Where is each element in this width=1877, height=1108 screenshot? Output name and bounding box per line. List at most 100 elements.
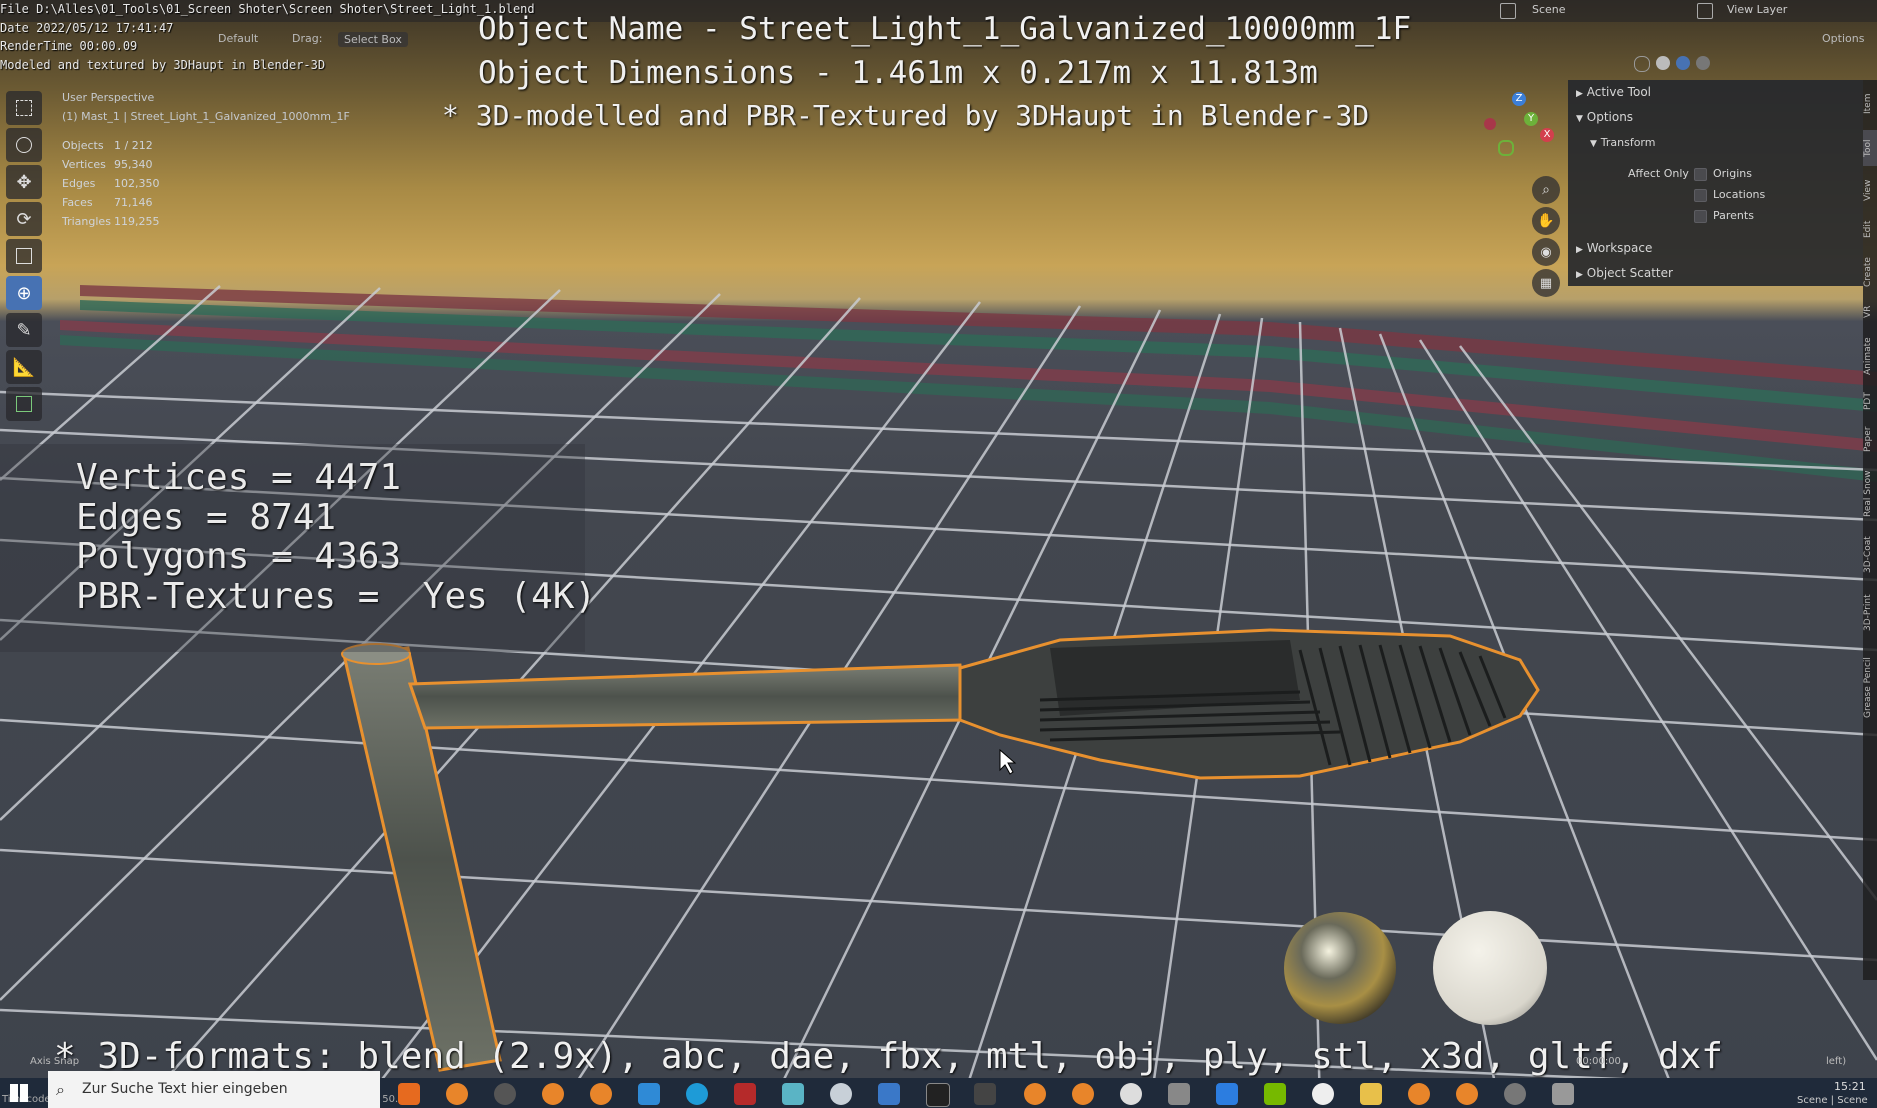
parents-option[interactable]: Parents: [1694, 209, 1754, 223]
scale-tool[interactable]: [6, 239, 42, 273]
terminal-icon[interactable]: [926, 1083, 950, 1107]
panda-icon[interactable]: [1120, 1083, 1142, 1105]
move-tool[interactable]: ✥: [6, 165, 42, 199]
locations-option[interactable]: Locations: [1694, 188, 1765, 202]
tab-create[interactable]: Create: [1863, 250, 1877, 294]
locations-checkbox[interactable]: [1694, 188, 1707, 202]
blender-icon[interactable]: [1456, 1083, 1478, 1105]
app-blue-icon[interactable]: [878, 1083, 900, 1105]
transform-subsection[interactable]: ▼ Transform: [1590, 135, 1655, 149]
parents-checkbox[interactable]: [1694, 209, 1707, 223]
tab-paper[interactable]: Paper: [1863, 420, 1877, 458]
view-layer-selector[interactable]: View Layer: [1727, 3, 1787, 16]
hand-icon: ✋: [1537, 213, 1555, 229]
options-section[interactable]: ▼ Options: [1576, 110, 1633, 124]
blender-icon[interactable]: [446, 1083, 468, 1105]
workspace-section[interactable]: ▶ Workspace: [1576, 241, 1652, 255]
nvidia-icon[interactable]: [1264, 1083, 1286, 1105]
rendered-shading-icon[interactable]: [1696, 56, 1710, 70]
ruler-icon: 📐: [12, 356, 36, 378]
clock-label[interactable]: 15:21: [1834, 1080, 1866, 1093]
active-tool-section[interactable]: ▶ Active Tool: [1576, 85, 1651, 99]
scene-selector[interactable]: Scene: [1532, 3, 1566, 16]
gizmo-y-icon[interactable]: Y: [1524, 112, 1538, 126]
material-shading-icon[interactable]: [1676, 56, 1690, 70]
tab-vr[interactable]: VR: [1863, 300, 1877, 324]
cursor-tool[interactable]: [6, 128, 42, 162]
gizmo-x-icon[interactable]: X: [1540, 128, 1554, 142]
camera-view-button[interactable]: ◉: [1532, 238, 1560, 266]
object-scatter-section[interactable]: ▶ Object Scatter: [1576, 266, 1673, 280]
gizmo-neg-y-icon[interactable]: [1498, 140, 1514, 156]
select-box-tool[interactable]: [6, 91, 42, 125]
tab-3d-print[interactable]: 3D-Print: [1863, 586, 1877, 640]
pan-button[interactable]: ✋: [1532, 207, 1560, 235]
edges-stat: Edges = 8741: [76, 496, 337, 538]
scene-icon[interactable]: [1500, 3, 1516, 19]
folder-icon[interactable]: [1360, 1083, 1382, 1105]
firefox-icon[interactable]: [398, 1083, 420, 1105]
blender-icon[interactable]: [1024, 1083, 1046, 1105]
tool-shelf: ✥ ⟳ ⊕ ✎ 📐: [2, 88, 46, 424]
blender-icon[interactable]: [1408, 1083, 1430, 1105]
steam-icon[interactable]: [494, 1083, 516, 1105]
edge-icon[interactable]: [686, 1083, 708, 1105]
options-label: Options: [1586, 110, 1634, 124]
tab-tool[interactable]: Tool: [1863, 130, 1877, 166]
navigation-gizmo[interactable]: Z Y X: [1480, 92, 1560, 172]
calendar-icon[interactable]: [1216, 1083, 1238, 1105]
object-path-label: (1) Mast_1 | Street_Light_1_Galvanized_1…: [62, 110, 350, 123]
solid-shading-icon[interactable]: [1656, 56, 1670, 70]
transform-tool[interactable]: ⊕: [6, 276, 42, 310]
blender-icon[interactable]: [1072, 1083, 1094, 1105]
windows-start-icon[interactable]: [10, 1084, 28, 1102]
wireframe-shading-icon[interactable]: [1634, 56, 1650, 72]
blender-icon[interactable]: [590, 1083, 612, 1105]
app-red-icon[interactable]: [734, 1083, 756, 1105]
search-icon: ⌕: [56, 1080, 65, 1099]
tab-3d-coat[interactable]: 3D-Coat: [1863, 530, 1877, 580]
stat-row: Vertices 95,340: [62, 155, 160, 174]
rotate-tool[interactable]: ⟳: [6, 202, 42, 236]
mail-icon[interactable]: [638, 1083, 660, 1105]
annotate-tool[interactable]: ✎: [6, 313, 42, 347]
tab-pdt[interactable]: PDT: [1863, 388, 1877, 414]
active-tool-label: Active Tool: [1586, 85, 1651, 99]
tab-view[interactable]: View: [1863, 172, 1877, 208]
cube-icon: [16, 396, 32, 412]
app-dark-icon[interactable]: [974, 1083, 996, 1105]
ortho-toggle-button[interactable]: ▦: [1532, 269, 1560, 297]
app-window-icon[interactable]: [1552, 1083, 1574, 1105]
stat-value: 1 / 212: [114, 139, 153, 152]
object-dimensions-title: Object Dimensions - 1.461m x 0.217m x 11…: [478, 55, 1318, 91]
tab-real-snow[interactable]: Real Snow: [1863, 464, 1877, 524]
chevron-down-icon: ▼: [1576, 114, 1583, 124]
app-cloud-icon[interactable]: [830, 1083, 852, 1105]
gear-icon[interactable]: [1504, 1083, 1526, 1105]
stat-key: Triangles: [62, 215, 111, 228]
taskbar-search-input[interactable]: ⌕ Zur Suche Text hier eingeben: [48, 1071, 380, 1108]
app-teal-icon[interactable]: [782, 1083, 804, 1105]
stat-key: Edges: [62, 177, 96, 190]
scene-status-label: Scene | Scene: [1797, 1095, 1868, 1106]
tab-animate[interactable]: Animate: [1863, 330, 1877, 382]
camera-icon: ◉: [1540, 244, 1552, 260]
add-cube-tool[interactable]: [6, 387, 42, 421]
chevron-right-icon: ▶: [1576, 89, 1583, 99]
origins-checkbox[interactable]: [1694, 167, 1707, 181]
model-stats: Vertices = 4471 Edges = 8741 Polygons = 43…: [76, 458, 596, 616]
options-dropdown[interactable]: Options: [1822, 32, 1864, 45]
tab-item[interactable]: Item: [1863, 84, 1877, 124]
zoom-button[interactable]: ⌕: [1532, 176, 1560, 204]
blender-icon[interactable]: [542, 1083, 564, 1105]
tab-grease-pencil[interactable]: Grease Pencil: [1863, 646, 1877, 730]
gizmo-z-icon[interactable]: Z: [1512, 92, 1526, 106]
view-layer-icon[interactable]: [1697, 3, 1713, 19]
polygons-stat: Polygons = 4363: [76, 536, 402, 577]
cube-app-icon[interactable]: [1168, 1083, 1190, 1105]
gizmo-neg-x-icon[interactable]: [1484, 118, 1496, 130]
measure-tool[interactable]: 📐: [6, 350, 42, 384]
tab-edit[interactable]: Edit: [1863, 214, 1877, 244]
origins-option[interactable]: Origins: [1694, 167, 1752, 181]
clock-app-icon[interactable]: [1312, 1083, 1334, 1105]
